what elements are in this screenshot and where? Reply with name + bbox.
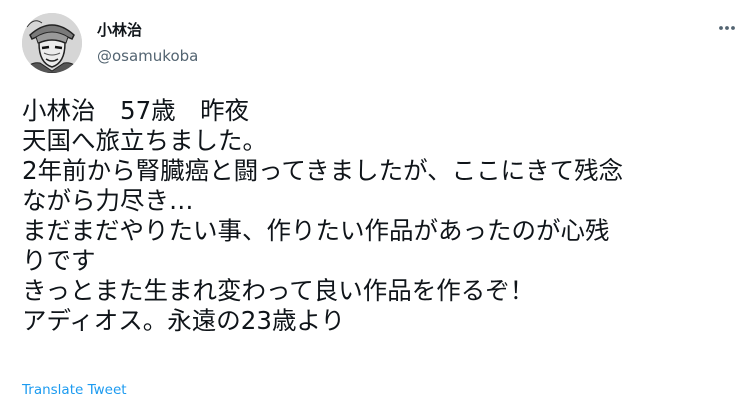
tweet-text-line: ながら力尽き…: [22, 186, 194, 215]
avatar[interactable]: [22, 13, 82, 73]
tweet-text-line: 2年前から腎臓癌と闘ってきましたが、ここにきて残念: [22, 156, 624, 185]
tweet-text-line: まだまだやりたい事、作りたい作品があったのが心残: [22, 216, 610, 245]
tweet-text-line: りです: [22, 246, 96, 275]
tweet-text-line: きっとまた生まれ変わって良い作品を作るぞ！: [22, 276, 535, 305]
user-handle[interactable]: @osamukoba: [97, 46, 198, 66]
ellipsis-icon: [719, 26, 735, 30]
author-block[interactable]: 小林治 @osamukoba: [97, 20, 198, 66]
tweet-text: 小林治 57歳 昨夜 天国へ旅立ちました。 2年前から腎臓癌と闘ってきましたが、…: [22, 96, 737, 336]
more-options-button[interactable]: [713, 14, 741, 42]
avatar-illustration: [22, 13, 82, 73]
tweet-card: 小林治 @osamukoba 小林治 57歳 昨夜 天国へ旅立ちました。 2年前…: [0, 0, 751, 409]
translate-tweet-link[interactable]: Translate Tweet: [22, 381, 127, 399]
display-name[interactable]: 小林治: [97, 20, 198, 40]
tweet-text-line: アディオス。永遠の23歳より: [22, 306, 345, 335]
tweet-text-line: 小林治 57歳 昨夜: [22, 96, 250, 125]
tweet-text-line: 天国へ旅立ちました。: [22, 126, 267, 155]
